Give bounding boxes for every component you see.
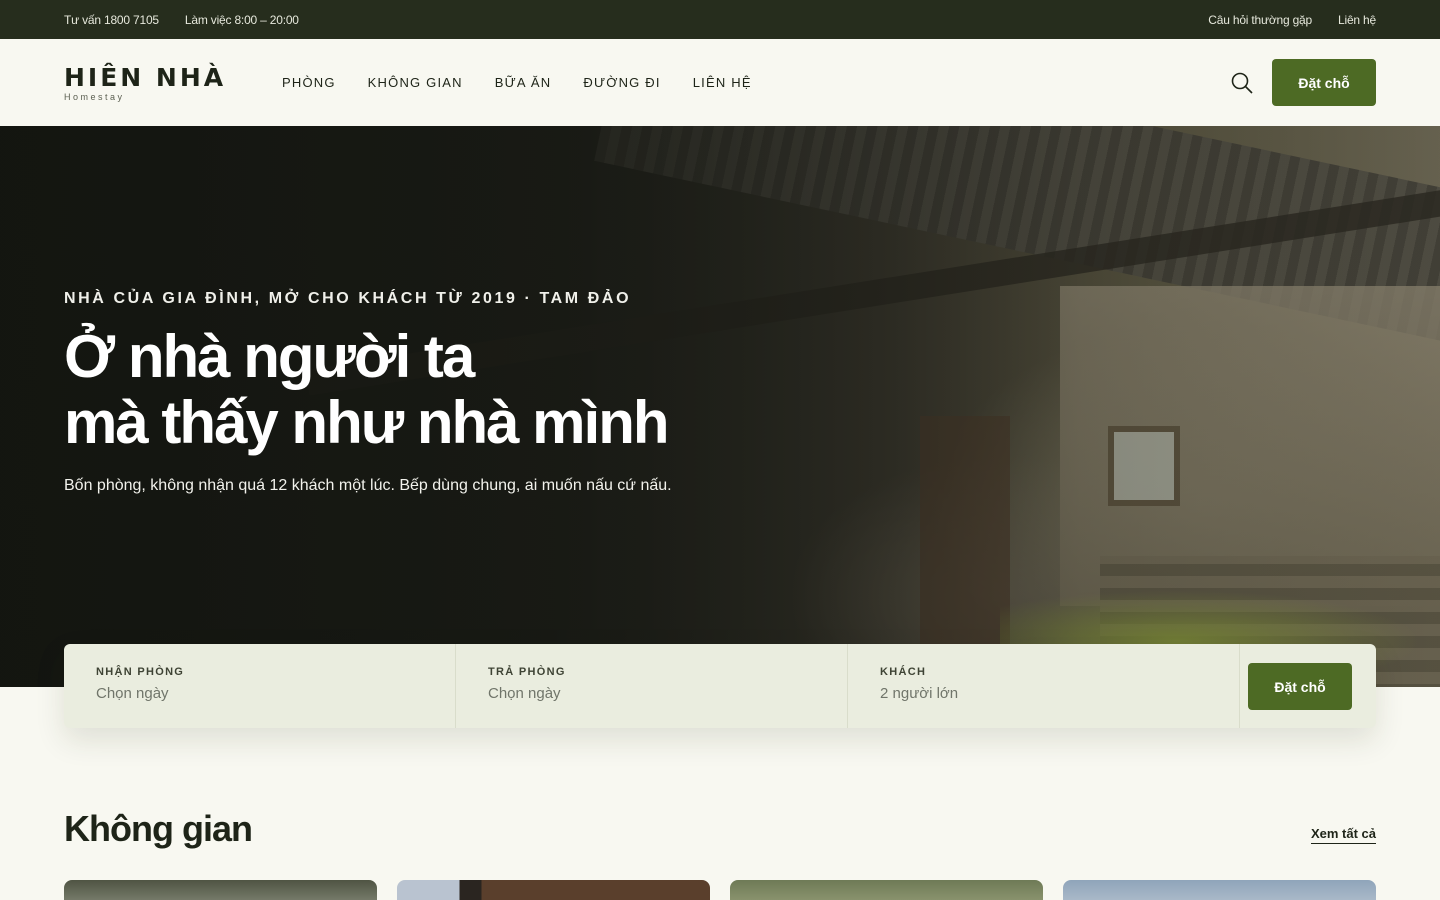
space-card[interactable]: [730, 880, 1043, 900]
space-card[interactable]: [397, 880, 710, 900]
checkout-value[interactable]: Chọn ngày: [488, 685, 815, 702]
space-card[interactable]: [64, 880, 377, 900]
booking-submit-button[interactable]: Đặt chỗ: [1248, 663, 1352, 710]
nav-item-meals[interactable]: BỮA ĂN: [495, 75, 552, 90]
hero-headline-line2: mà thấy như nhà mình: [64, 389, 670, 456]
hero-headline-line1: Ở nhà người ta: [64, 323, 475, 390]
checkout-label: TRẢ PHÒNG: [488, 666, 566, 678]
section-title: Không gian: [64, 808, 253, 849]
logo-name: HIÊN NHÀ: [64, 62, 227, 92]
nav-item-contact[interactable]: LIÊN HỆ: [693, 75, 752, 90]
booking-bar: NHẬN PHÒNG Chọn ngày TRẢ PHÒNG Chọn ngày…: [64, 644, 1376, 728]
checkin-label: NHẬN PHÒNG: [96, 666, 185, 678]
hero-content: NHÀ CỦA GIA ĐÌNH, MỞ CHO KHÁCH TỪ 2019 ·…: [64, 290, 764, 497]
guests-value[interactable]: 2 người lớn: [880, 685, 1207, 702]
guests-label: KHÁCH: [880, 666, 927, 678]
nav-item-space[interactable]: KHÔNG GIAN: [368, 75, 463, 90]
top-info-bar: Tư vấn 1800 7105 Làm việc 8:00 – 20:00 C…: [0, 0, 1440, 39]
checkout-field[interactable]: TRẢ PHÒNG Chọn ngày: [456, 644, 848, 728]
hero-subtext: Bốn phòng, không nhận quá 12 khách một l…: [64, 477, 672, 494]
faq-link[interactable]: Câu hỏi thường gặp: [1208, 13, 1312, 27]
contact-link[interactable]: Liên hệ: [1338, 13, 1376, 27]
search-icon[interactable]: [1230, 71, 1254, 95]
hotline-text: Tư vấn 1800 7105: [64, 12, 159, 27]
main-nav: PHÒNG KHÔNG GIAN BỮA ĂN ĐƯỜNG ĐI LIÊN HỆ: [282, 75, 752, 90]
space-section-header: Không gian Xem tất cả: [64, 808, 1376, 850]
working-hours-text: Làm việc 8:00 – 20:00: [184, 12, 299, 27]
hero-headline: Ở nhà người ta mà thấy như nhà mình: [64, 324, 764, 456]
logo-subtitle: Homestay: [64, 91, 125, 102]
see-all-link[interactable]: Xem tất cả: [1310, 826, 1376, 844]
hero-banner: NHÀ CỦA GIA ĐÌNH, MỞ CHO KHÁCH TỪ 2019 ·…: [0, 126, 1440, 687]
hero-eyebrow: NHÀ CỦA GIA ĐÌNH, MỞ CHO KHÁCH TỪ 2019 ·…: [64, 290, 632, 307]
nav-item-rooms[interactable]: PHÒNG: [282, 75, 336, 90]
space-card-row: [64, 880, 1376, 900]
space-card[interactable]: [1063, 880, 1376, 900]
logo[interactable]: HIÊN NHÀ Homestay: [64, 62, 244, 102]
checkin-field[interactable]: NHẬN PHÒNG Chọn ngày: [64, 644, 456, 728]
checkin-value[interactable]: Chọn ngày: [96, 685, 423, 702]
main-header: HIÊN NHÀ Homestay PHÒNG KHÔNG GIAN BỮA Ă…: [0, 39, 1440, 126]
nav-item-directions[interactable]: ĐƯỜNG ĐI: [583, 75, 660, 90]
header-book-button[interactable]: Đặt chỗ: [1272, 59, 1376, 106]
guests-field[interactable]: KHÁCH 2 người lớn: [848, 644, 1240, 728]
